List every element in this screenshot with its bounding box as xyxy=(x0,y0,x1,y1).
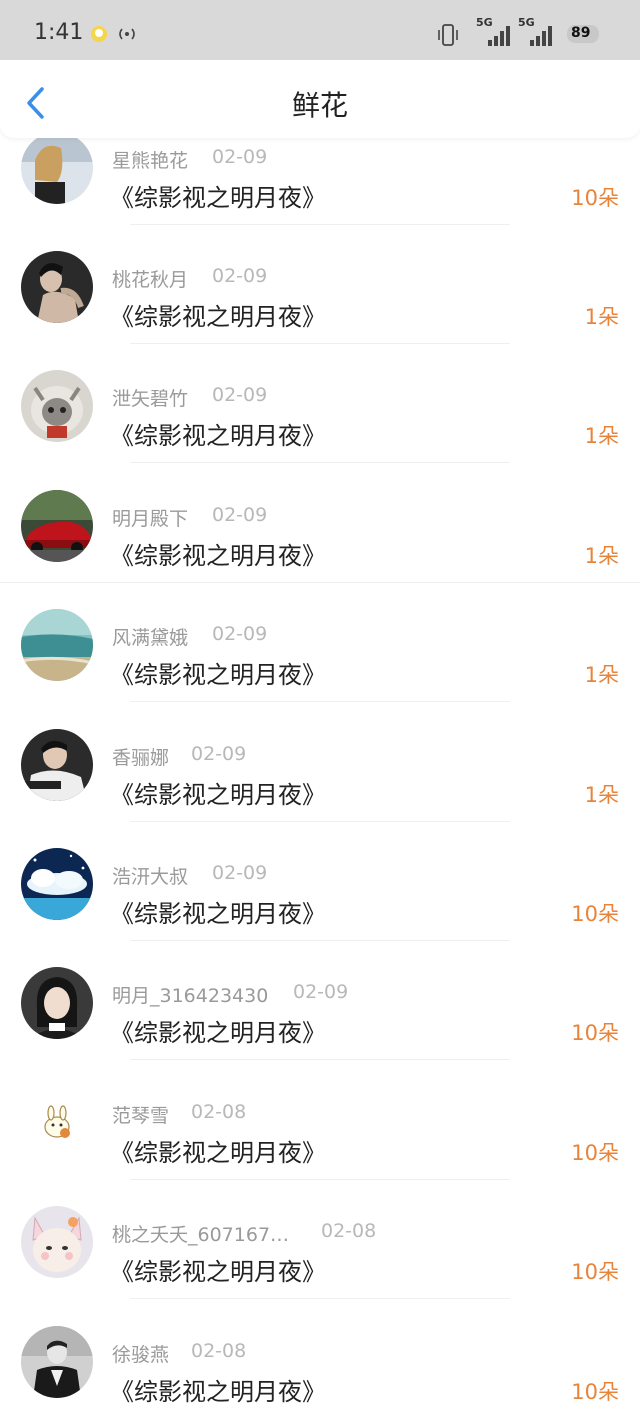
flower-count: 1朵 xyxy=(584,783,619,807)
avatar[interactable] xyxy=(21,1206,93,1278)
date: 02-09 xyxy=(212,623,268,645)
nickname: 徐骏燕 xyxy=(112,1344,170,1366)
list-item[interactable]: 明月_316423430 02-09 《综影视之明月夜》 10朵 xyxy=(0,941,640,1060)
avatar[interactable] xyxy=(21,729,93,801)
avatar[interactable] xyxy=(21,1326,93,1398)
avatar[interactable] xyxy=(21,967,93,1039)
avatar[interactable] xyxy=(21,609,93,681)
signal-1-icon: 5G xyxy=(476,16,516,54)
hotspot-icon xyxy=(116,24,138,48)
battery-level: 89 xyxy=(571,25,591,41)
status-time: 1:41 xyxy=(34,20,84,45)
date: 02-09 xyxy=(212,384,268,406)
flower-count: 1朵 xyxy=(584,663,619,687)
date: 02-09 xyxy=(212,146,268,168)
book-title[interactable]: 《综影视之明月夜》 xyxy=(110,297,326,332)
network-type-1: 5G xyxy=(476,16,493,29)
list-item[interactable]: 桃之夭夭_607167… 02-08 《综影视之明月夜》 10朵 xyxy=(0,1180,640,1299)
date: 02-08 xyxy=(191,1101,247,1123)
date: 02-09 xyxy=(212,265,268,287)
nickname: 泄矢碧竹 xyxy=(112,388,189,410)
divider xyxy=(130,701,510,702)
date: 02-09 xyxy=(212,504,268,526)
nickname: 明月殿下 xyxy=(112,508,189,530)
avatar[interactable] xyxy=(21,138,93,204)
nickname: 桃之夭夭_607167… xyxy=(112,1224,290,1246)
page-title: 鲜花 xyxy=(291,89,348,122)
date: 02-08 xyxy=(321,1220,377,1242)
divider xyxy=(130,1059,510,1060)
book-title[interactable]: 《综影视之明月夜》 xyxy=(110,1133,326,1168)
list-item[interactable]: 星熊艳花 02-09 《综影视之明月夜》 10朵 xyxy=(0,138,640,225)
flower-count: 10朵 xyxy=(571,1141,619,1165)
list-item[interactable]: 范琴雪 02-08 《综影视之明月夜》 10朵 xyxy=(0,1061,640,1180)
avatar[interactable] xyxy=(21,370,93,442)
date: 02-09 xyxy=(191,743,247,765)
nav-bar: 鲜花 xyxy=(0,60,640,138)
flower-list: 星熊艳花 02-09 《综影视之明月夜》 10朵 桃花秋月 02-09 《综影视… xyxy=(0,138,640,1408)
list-item[interactable]: 桃花秋月 02-09 《综影视之明月夜》 1朵 xyxy=(0,225,640,344)
flower-count: 1朵 xyxy=(584,544,619,568)
book-title[interactable]: 《综影视之明月夜》 xyxy=(110,894,326,929)
book-title[interactable]: 《综影视之明月夜》 xyxy=(110,1372,326,1407)
book-title[interactable]: 《综影视之明月夜》 xyxy=(110,178,326,213)
divider xyxy=(130,1298,510,1299)
date: 02-09 xyxy=(293,981,349,1003)
avatar[interactable] xyxy=(21,1087,93,1159)
date: 02-09 xyxy=(212,862,268,884)
flower-count: 1朵 xyxy=(584,424,619,448)
flower-count: 1朵 xyxy=(584,305,619,329)
avatar[interactable] xyxy=(21,848,93,920)
date: 02-08 xyxy=(191,1340,247,1362)
flower-count: 10朵 xyxy=(571,1021,619,1045)
vibrate-icon xyxy=(436,22,460,52)
list-item[interactable]: 明月殿下 02-09 《综影视之明月夜》 1朵 xyxy=(0,464,640,583)
battery-icon: 89 xyxy=(566,22,604,50)
book-title[interactable]: 《综影视之明月夜》 xyxy=(110,775,326,810)
list-item[interactable]: 风满黛娥 02-09 《综影视之明月夜》 1朵 xyxy=(0,583,640,702)
nickname: 风满黛娥 xyxy=(112,627,189,649)
book-title[interactable]: 《综影视之明月夜》 xyxy=(110,1013,326,1048)
flower-count: 10朵 xyxy=(571,1380,619,1404)
flower-count: 10朵 xyxy=(571,902,619,926)
flower-count: 10朵 xyxy=(571,186,619,210)
list-item[interactable]: 徐骏燕 02-08 《综影视之明月夜》 10朵 xyxy=(0,1300,640,1408)
nickname: 香骊娜 xyxy=(112,747,170,769)
book-title[interactable]: 《综影视之明月夜》 xyxy=(110,1252,326,1287)
nickname: 明月_316423430 xyxy=(112,985,269,1007)
avatar[interactable] xyxy=(21,490,93,562)
book-title[interactable]: 《综影视之明月夜》 xyxy=(110,655,326,690)
network-type-2: 5G xyxy=(518,16,535,29)
status-bar: 1:41 5G 5G 89 xyxy=(0,0,640,60)
book-title[interactable]: 《综影视之明月夜》 xyxy=(110,416,326,451)
nickname: 星熊艳花 xyxy=(112,150,189,172)
avatar[interactable] xyxy=(21,251,93,323)
app-notification-icon xyxy=(90,25,108,47)
nickname: 范琴雪 xyxy=(112,1105,170,1127)
flower-count: 10朵 xyxy=(571,1260,619,1284)
list-item[interactable]: 泄矢碧竹 02-09 《综影视之明月夜》 1朵 xyxy=(0,344,640,463)
divider xyxy=(130,462,510,463)
signal-2-icon: 5G xyxy=(518,16,558,54)
nickname: 浩汧大叔 xyxy=(112,866,189,888)
nickname: 桃花秋月 xyxy=(112,269,189,291)
list-item[interactable]: 香骊娜 02-09 《综影视之明月夜》 1朵 xyxy=(0,703,640,822)
book-title[interactable]: 《综影视之明月夜》 xyxy=(110,536,326,571)
list-item[interactable]: 浩汧大叔 02-09 《综影视之明月夜》 10朵 xyxy=(0,822,640,941)
